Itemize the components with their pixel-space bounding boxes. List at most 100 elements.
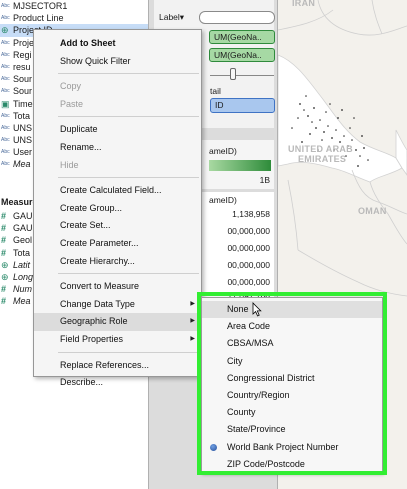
map-label-iran: IRAN (292, 0, 315, 8)
field-label: User (13, 147, 33, 158)
geo-role-state-province[interactable]: State/Province (202, 421, 382, 438)
geo-role-world-bank-project-number[interactable]: World Bank Project Number (202, 439, 382, 456)
menu-item-label: Create Set... (60, 220, 111, 231)
menu-item-label: Replace References... (60, 359, 150, 370)
summary-value: 00,000,000 (227, 226, 270, 236)
geo-role-congressional-district[interactable]: Congressional District (202, 370, 382, 387)
latitude-pill[interactable]: UM(GeoNa.. (209, 30, 275, 44)
geo-role-label: CBSA/MSA (227, 338, 274, 349)
geo-role-area-code[interactable]: Area Code (202, 318, 382, 335)
field-label: Mea (13, 296, 31, 307)
legend-max-value: 1B (259, 175, 270, 185)
legend-title: ameID) (209, 146, 237, 156)
string-type-icon: Abc (1, 112, 10, 119)
globe-icon: ⊕ (1, 25, 9, 36)
project-id-pill[interactable]: ID (210, 98, 275, 113)
menu-item-create-calculated-field[interactable]: Create Calculated Field... (34, 182, 201, 200)
summary-value: 00,000,000 (227, 277, 270, 287)
menu-item-label: Describe... (60, 377, 104, 388)
label-mark-dropdown[interactable]: Label▾ (159, 12, 184, 23)
string-type-icon: Abc (1, 124, 10, 131)
string-type-icon: Abc (1, 51, 10, 58)
menu-item-create-parameter[interactable]: Create Parameter... (34, 235, 201, 253)
menu-item-replace-references[interactable]: Replace References... (34, 357, 201, 375)
string-type-icon: Abc (1, 76, 10, 83)
menu-item-paste: Paste (34, 96, 201, 114)
menu-item-geographic-role[interactable]: Geographic Role ▶ (34, 313, 201, 331)
menu-item-show-quick-filter[interactable]: Show Quick Filter (34, 53, 201, 71)
geo-role-label: State/Province (227, 424, 286, 435)
field-label: Tota (13, 247, 31, 258)
submenu-arrow-icon: ▶ (190, 318, 195, 325)
geo-role-city[interactable]: City (202, 353, 382, 370)
geo-role-label: Country/Region (227, 390, 290, 400)
menu-separator (58, 351, 199, 353)
menu-item-label: Paste (60, 98, 84, 109)
menu-item-create-group[interactable]: Create Group... (34, 200, 201, 218)
calendar-icon: ▣ (1, 98, 10, 109)
field-label: Proje (13, 37, 35, 48)
number-type-icon: # (1, 223, 7, 234)
menu-item-describe[interactable]: Describe... (34, 374, 201, 392)
geo-role-label: Congressional District (227, 372, 315, 383)
menu-item-label: Change Data Type (60, 298, 135, 309)
field-row-product-line[interactable]: Abc Product Line (0, 12, 148, 24)
field-label: Num (13, 284, 33, 295)
geo-role-none[interactable]: None (202, 301, 382, 318)
string-type-icon: Abc (1, 15, 10, 22)
string-type-icon: Abc (1, 137, 10, 144)
field-label: UNS (13, 122, 33, 133)
menu-separator (58, 273, 199, 275)
menu-item-label: Convert to Measure (60, 281, 140, 292)
globe-icon: ⊕ (1, 271, 9, 282)
longitude-pill[interactable]: UM(GeoNa.. (209, 48, 275, 62)
menu-item-create-hierarchy[interactable]: Create Hierarchy... (34, 253, 201, 271)
menu-item-change-data-type[interactable]: Change Data Type ▶ (34, 296, 201, 314)
menu-item-label: Create Parameter... (60, 237, 139, 248)
summary-title: ameID) (209, 195, 237, 205)
menu-item-rename[interactable]: Rename... (34, 139, 201, 157)
submenu-arrow-icon: ▶ (190, 335, 195, 342)
field-label: Time (13, 98, 33, 109)
menu-item-label: Duplicate (60, 124, 98, 135)
field-row-mjsector1[interactable]: Abc MJSECTOR1 (0, 0, 148, 12)
geo-role-label: None (227, 304, 249, 314)
geo-role-label: County (227, 407, 256, 418)
menu-item-create-set[interactable]: Create Set... (34, 217, 201, 235)
geo-role-label: City (227, 355, 243, 366)
geo-role-country-region[interactable]: Country/Region (202, 387, 382, 404)
field-label: MJSECTOR1 (13, 1, 68, 11)
field-label: resu (13, 61, 31, 72)
geo-role-county[interactable]: County (202, 404, 382, 421)
menu-separator (58, 116, 199, 118)
field-label: Long (13, 271, 34, 282)
menu-item-copy: Copy (34, 78, 201, 96)
number-type-icon: # (1, 247, 7, 258)
field-label: Regi (13, 49, 32, 60)
geo-role-cbsa-msa[interactable]: CBSA/MSA (202, 335, 382, 352)
map-label-uae: UNITED ARAB (288, 144, 353, 154)
field-context-menu: Add to Sheet Show Quick Filter Copy Paste Du… (33, 29, 202, 387)
size-slider-thumb[interactable] (230, 68, 236, 80)
string-type-icon: Abc (1, 88, 10, 95)
map-label-uae-2: EMIRATES (298, 154, 346, 164)
menu-item-label: Hide (60, 159, 79, 170)
label-mark-field[interactable] (199, 11, 275, 24)
detail-label: tail (210, 86, 221, 96)
menu-item-duplicate[interactable]: Duplicate (34, 121, 201, 139)
menu-item-field-properties[interactable]: Field Properties ▶ (34, 331, 201, 349)
string-type-icon: Abc (1, 39, 10, 46)
color-ramp (209, 160, 271, 171)
string-type-icon: Abc (1, 63, 10, 70)
menu-item-add-to-sheet[interactable]: Add to Sheet (34, 35, 201, 53)
size-slider-track[interactable] (210, 75, 274, 76)
summary-value: 00,000,000 (227, 260, 270, 270)
geo-role-zip-code-postcode[interactable]: ZIP Code/Postcode (202, 456, 382, 473)
menu-item-label: Create Group... (60, 202, 123, 213)
globe-icon: ⊕ (1, 259, 9, 270)
geo-role-label: World Bank Project Number (227, 441, 339, 452)
field-label: Geol (13, 235, 33, 246)
menu-separator (58, 73, 199, 75)
number-type-icon: # (1, 296, 7, 307)
menu-item-convert-to-measure[interactable]: Convert to Measure (34, 278, 201, 296)
